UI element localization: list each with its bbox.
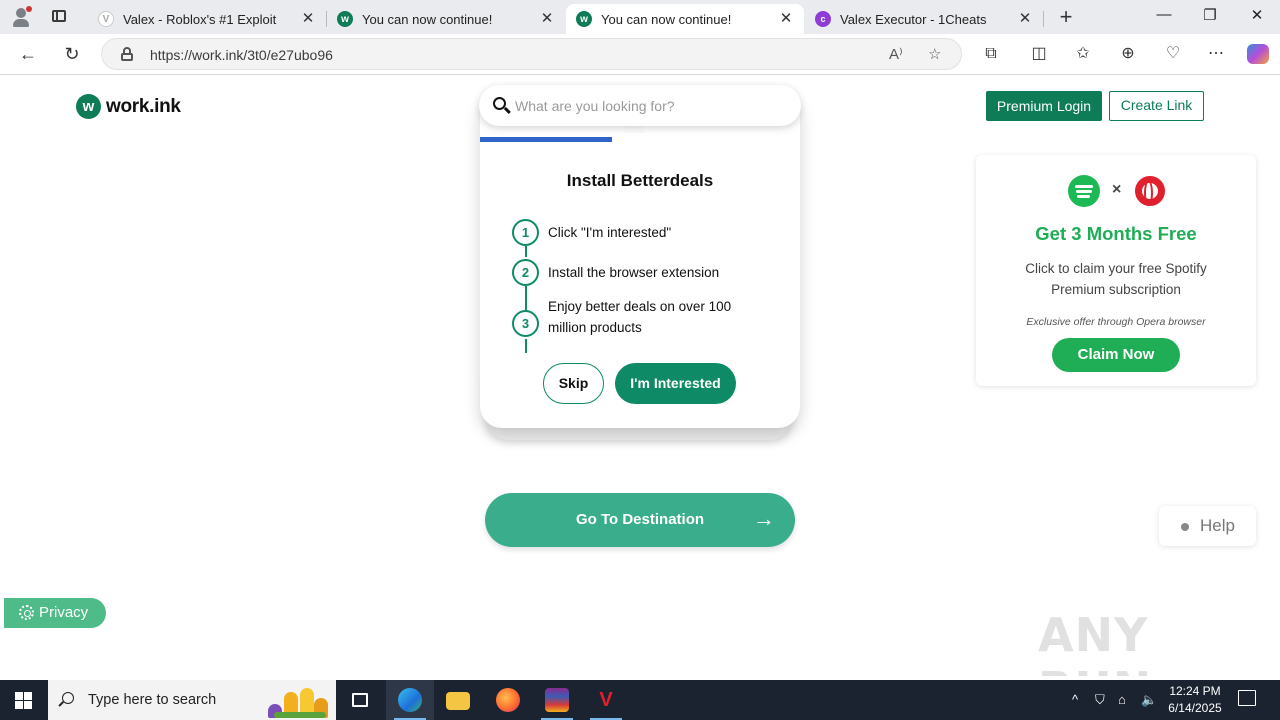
spotify-logo-icon [1068,175,1100,207]
skip-button[interactable]: Skip [543,363,604,404]
firefox-icon[interactable] [484,680,532,720]
read-aloud-icon[interactable]: A⁾ [889,45,903,63]
flower-decoration-icon [260,684,332,718]
volume-icon[interactable]: 🔈 [1141,692,1157,708]
browser-essentials-icon[interactable]: ♡ [1162,43,1184,65]
search-box[interactable] [479,85,801,126]
web-page: w work.ink Install Betterdeals 1 Click "… [4,75,1276,676]
new-tab-button[interactable]: + [1054,6,1078,29]
minimize-icon[interactable]: — [1152,6,1176,28]
tab-close-icon[interactable]: ✕ [539,11,555,27]
brand-name: work.ink [106,95,181,117]
back-arrow-icon[interactable]: ← [16,42,40,66]
close-window-icon[interactable]: ✕ [1245,6,1269,28]
clock-time: 12:24 PM [1169,684,1221,698]
system-clock[interactable]: 12:24 PM 6/14/2025 [1160,683,1230,717]
progress-bar [480,137,612,142]
step-text: Click "I'm interested" [548,225,672,240]
extensions-icon[interactable]: ⧉ [980,43,1002,65]
favorite-star-icon[interactable]: ☆ [928,45,941,63]
go-to-destination-button[interactable]: Go To Destination → [485,493,795,547]
show-hidden-icons[interactable]: ^ [1072,692,1078,707]
create-link-button[interactable]: Create Link [1109,91,1204,121]
times-glyph: × [1112,181,1122,198]
copilot-icon[interactable] [1247,44,1269,64]
spotify-opera-ad[interactable]: × Get 3 Months Free Click to claim your … [976,155,1256,386]
search-icon [493,97,506,110]
windows-start-icon[interactable] [15,692,32,709]
notification-icon[interactable] [1238,690,1256,706]
tab-valex-exploit[interactable]: V Valex - Roblox's #1 Exploit ✕ [88,4,327,34]
step-number: 2 [512,259,539,286]
step-text: Enjoy better deals on over 100 million p… [548,299,732,335]
clock-date: 6/14/2025 [1168,701,1222,715]
anyrun-watermark: ANY RUN [1038,608,1151,676]
lock-icon[interactable] [120,47,134,61]
tab-title: Valex - Roblox's #1 Exploit [123,11,277,27]
ad-fine-print: Exclusive offer through Opera browser [1026,316,1206,328]
tab-close-icon[interactable]: ✕ [1017,11,1033,27]
privacy-label: Privacy [39,604,89,621]
search-input[interactable] [515,95,785,117]
url-text[interactable]: https://work.ink/3t0/e27ubo96 [150,47,333,63]
offer-card: Install Betterdeals 1 Click "I'm interes… [480,105,800,428]
tab-title: You can now continue! [601,11,732,27]
interested-button[interactable]: I'm Interested [615,363,736,404]
ad-headline: Get 3 Months Free [1035,223,1197,244]
claim-now-button[interactable]: Claim Now [1052,338,1180,372]
privacy-button[interactable]: Privacy [4,598,106,628]
tab-close-icon[interactable]: ✕ [778,11,794,27]
refresh-icon[interactable]: ↻ [60,42,84,66]
task-view-icon[interactable] [336,680,384,720]
winrar-icon[interactable] [533,680,581,720]
split-screen-icon[interactable]: ◫ [1028,43,1050,65]
edge-taskbar-icon[interactable] [386,680,434,720]
file-explorer-icon[interactable] [434,680,482,720]
valex-taskbar-icon[interactable]: V [582,680,630,720]
taskbar-search[interactable]: Type here to search [48,680,336,720]
tab-actions-icon[interactable] [48,7,72,27]
tab-valex-executor[interactable]: c Valex Executor - 1Cheats ✕ [805,4,1044,34]
help-dot-icon [1181,523,1189,531]
step-text: Install the browser extension [548,265,720,280]
opera-logo-icon [1135,176,1165,206]
tab-continue-1[interactable]: w You can now continue! ✕ [327,4,565,34]
gear-icon [19,605,34,620]
restore-icon[interactable]: ❐ [1198,6,1222,28]
help-label: Help [1200,516,1235,535]
security-tray-icon[interactable]: ⛉ [1095,692,1105,708]
tab-close-icon[interactable]: ✕ [300,11,316,27]
tab-title: You can now continue! [362,11,493,27]
premium-login-button[interactable]: Premium Login [986,91,1102,121]
favorites-icon[interactable]: ✩ [1072,43,1094,65]
collections-icon[interactable]: ⊕ [1117,43,1139,65]
ad-body: Click to claim your free Spotify Premium… [1025,261,1207,297]
cheats-favicon-icon: c [815,11,831,27]
tab-strip: V Valex - Roblox's #1 Exploit ✕ w You ca… [0,0,1280,34]
tab-title: Valex Executor - 1Cheats [840,11,987,27]
valex-favicon-icon: V [98,11,114,27]
step-number: 1 [512,219,539,246]
address-bar[interactable]: https://work.ink/3t0/e27ubo96 A⁾ ☆ [101,38,962,70]
brand-logo[interactable]: w work.ink [76,94,181,119]
arrow-right-icon: → [753,506,775,531]
network-icon[interactable]: ⌂ [1118,692,1126,707]
workink-favicon-icon: w [576,11,592,27]
tab-continue-2-active[interactable]: w You can now continue! ✕ [566,4,804,34]
destination-label: Go To Destination [575,511,705,528]
windows-taskbar: Type here to search V ^ ⛉ ⌂ 🔈 12:24 PM 6… [0,680,1280,720]
workink-logo-icon: w [76,94,101,119]
taskbar-search-placeholder: Type here to search [88,692,217,708]
profile-avatar-icon[interactable] [10,6,34,28]
workink-favicon-icon: w [337,11,353,27]
step-number: 3 [512,310,539,337]
help-button[interactable]: Help [1159,506,1256,546]
search-icon [62,692,74,704]
offer-title: Install Betterdeals [566,171,714,190]
more-menu-icon[interactable]: ⋯ [1205,43,1227,65]
